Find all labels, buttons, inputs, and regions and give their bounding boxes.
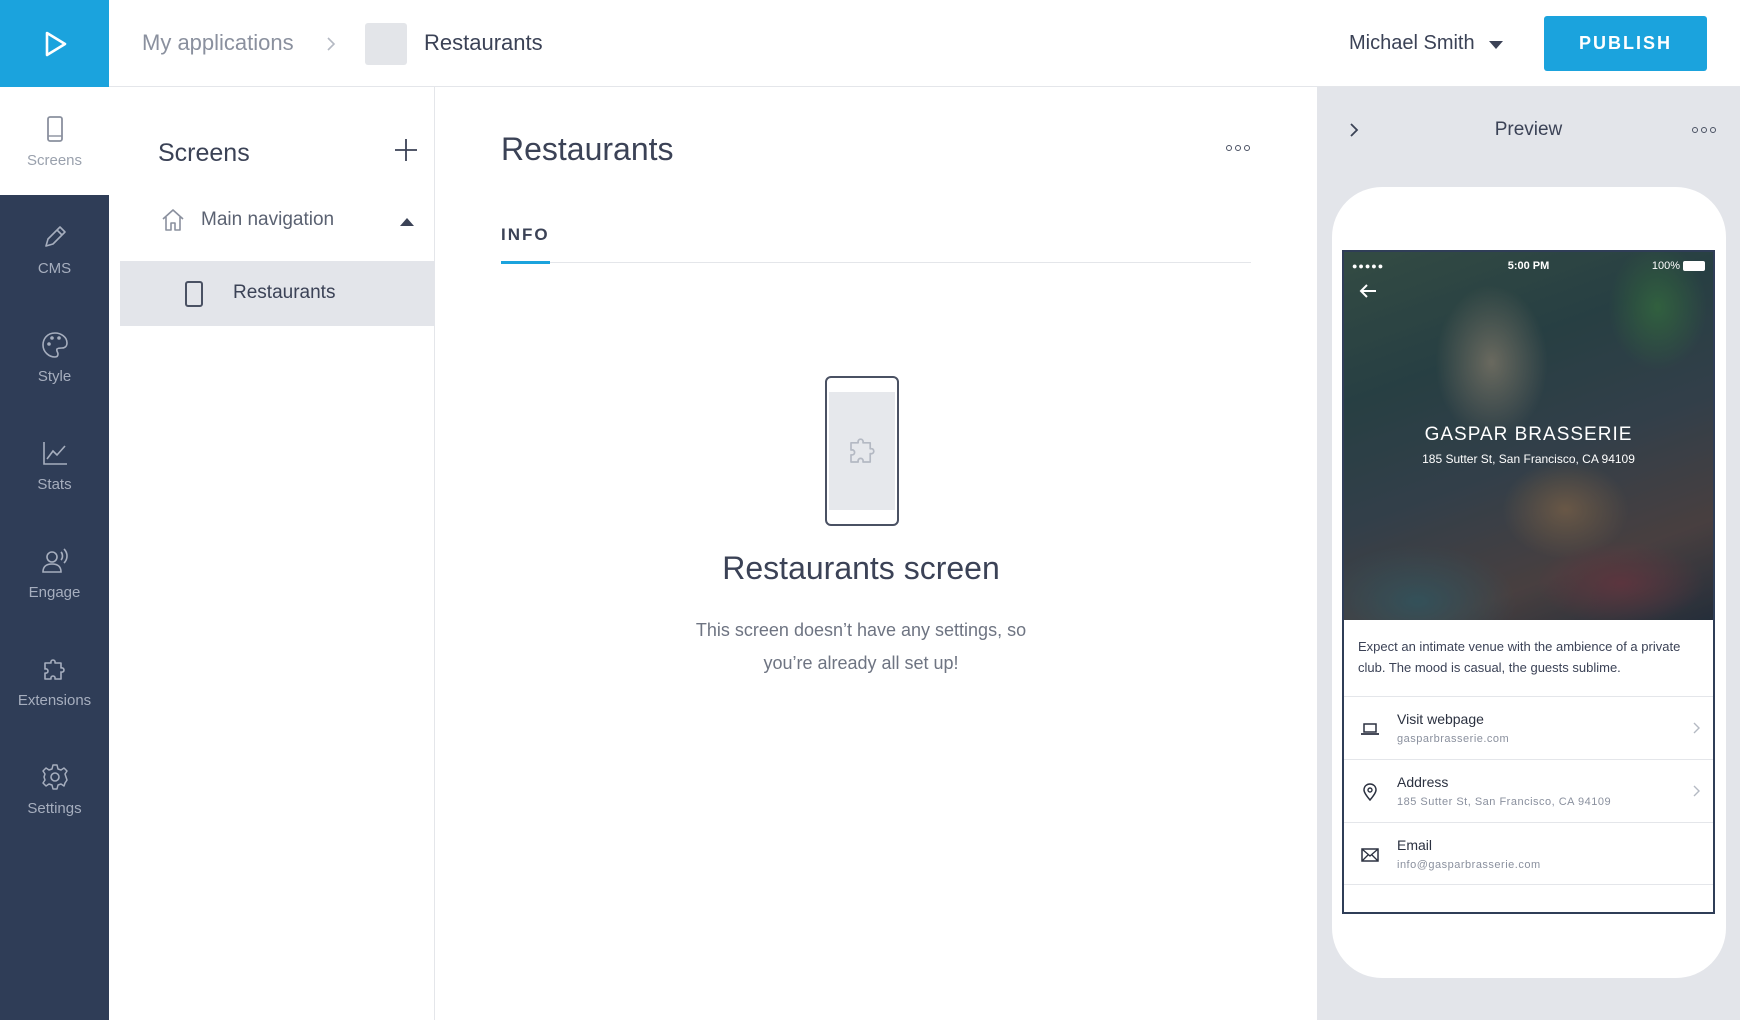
restaurant-description: Expect an intimate venue with the ambien… [1358, 639, 1681, 675]
list-item-title: Visit webpage [1397, 711, 1484, 727]
sidebar-item-stats[interactable]: Stats [0, 411, 109, 519]
list-item-subtitle: 185 Sutter St, San Francisco, CA 94109 [1397, 796, 1612, 808]
laptop-icon [1361, 723, 1379, 735]
list-item-email[interactable]: Email info@gasparbrasserie.com [1344, 822, 1713, 885]
screens-panel: Screens Main navigation Restaurants [109, 87, 435, 1020]
phone-frame: ●●●●● 5:00 PM 100% GASPAR BRASSERIE 185 … [1332, 187, 1726, 978]
publish-button[interactable]: PUBLISH [1544, 16, 1707, 71]
app-thumbnail [365, 23, 407, 65]
engage-icon [41, 547, 68, 573]
breadcrumb-my-applications[interactable]: My applications [142, 30, 294, 56]
tab-bar: INFO [501, 217, 1251, 264]
sidebar-item-label: Style [37, 367, 72, 385]
sidebar-item-label: Stats [37, 475, 72, 493]
user-menu[interactable]: Michael Smith [1349, 32, 1503, 55]
logo-icon [45, 31, 66, 56]
chart-icon [42, 441, 67, 465]
list-item-title: Address [1397, 774, 1449, 790]
main-navigation-group[interactable]: Main navigation [109, 197, 435, 247]
caret-down-icon [1488, 40, 1503, 49]
palette-icon [41, 331, 68, 358]
phone-icon [185, 281, 203, 307]
user-name: Michael Smith [1349, 32, 1475, 54]
pencil-icon [44, 225, 66, 247]
envelope-icon [1361, 848, 1379, 862]
main-content: Restaurants INFO Restaurants screen This… [435, 87, 1317, 1020]
chevron-right-icon [327, 37, 336, 51]
empty-state-title: Restaurants screen [722, 550, 1000, 586]
screen-item-label: Restaurants [233, 282, 336, 303]
sidebar-item-style[interactable]: Style [0, 303, 109, 411]
home-icon [162, 209, 184, 231]
breadcrumb-current: Restaurants [424, 30, 543, 55]
sidebar-item-label: Settings [27, 799, 82, 817]
action-list: Visit webpage gasparbrasserie.com Addres… [1344, 696, 1713, 885]
panel-title: Screens [158, 139, 250, 167]
main-navigation-label: Main navigation [201, 209, 335, 230]
left-sidebar: Screens CMS Style Stats Engage Extension… [0, 87, 109, 1020]
list-item-address[interactable]: Address 185 Sutter St, San Francisco, CA… [1344, 759, 1713, 822]
gear-icon [41, 763, 68, 790]
sidebar-item-settings[interactable]: Settings [0, 735, 109, 843]
puzzle-icon [43, 658, 65, 680]
sidebar-item-label: Screens [26, 151, 83, 169]
sidebar-item-engage[interactable]: Engage [0, 519, 109, 627]
status-bar: ●●●●● 5:00 PM 100% [1352, 258, 1705, 274]
battery-level: 100% [1651, 260, 1680, 272]
list-item-subtitle: info@gasparbrasserie.com [1397, 859, 1541, 871]
top-bar: My applications Restaurants Michael Smit… [0, 0, 1740, 87]
battery-indicator: 100% [1652, 260, 1705, 272]
sidebar-item-extensions[interactable]: Extensions [0, 627, 109, 735]
more-options-icon[interactable] [1226, 145, 1250, 151]
back-arrow-icon[interactable] [1358, 282, 1378, 300]
add-screen-button[interactable] [393, 137, 419, 163]
sidebar-item-label: Engage [28, 583, 81, 601]
page-title: Restaurants [501, 131, 674, 167]
list-item-webpage[interactable]: Visit webpage gasparbrasserie.com [1344, 696, 1713, 759]
preview-header: Preview [1317, 87, 1740, 174]
sidebar-item-screens[interactable]: Screens [0, 87, 109, 195]
tab-info[interactable]: INFO [501, 217, 550, 264]
preview-panel: Preview ●●●●● 5:00 PM 100% GASPAR BRASSE… [1317, 87, 1740, 1020]
phone-icon [46, 115, 63, 142]
screen-item-restaurants[interactable]: Restaurants [120, 261, 435, 326]
chevron-right-icon [1693, 785, 1700, 797]
location-pin-icon [1363, 783, 1377, 802]
list-item-title: Email [1397, 837, 1433, 853]
puzzle-icon [850, 438, 875, 463]
preview-title: Preview [1494, 119, 1563, 140]
list-item-subtitle: gasparbrasserie.com [1397, 733, 1510, 745]
sidebar-item-cms[interactable]: CMS [0, 195, 109, 303]
chevron-right-icon [1693, 722, 1700, 734]
hero-image: ●●●●● 5:00 PM 100% GASPAR BRASSERIE 185 … [1344, 252, 1713, 620]
sidebar-item-label: Extensions [17, 691, 92, 709]
phone-screen: ●●●●● 5:00 PM 100% GASPAR BRASSERIE 185 … [1342, 250, 1715, 914]
empty-state-phone-illustration [825, 376, 899, 526]
restaurant-name: GASPAR BRASSERIE [1424, 424, 1633, 445]
preview-more-options-icon[interactable] [1692, 127, 1716, 133]
sidebar-item-label: CMS [37, 259, 72, 277]
collapse-caret-icon[interactable] [400, 218, 414, 226]
battery-icon [1683, 261, 1705, 271]
restaurant-address: 185 Sutter St, San Francisco, CA 94109 [1422, 452, 1635, 466]
empty-state-description: This screen doesn’t have any settings, s… [695, 620, 1027, 673]
app-logo[interactable] [0, 0, 109, 87]
